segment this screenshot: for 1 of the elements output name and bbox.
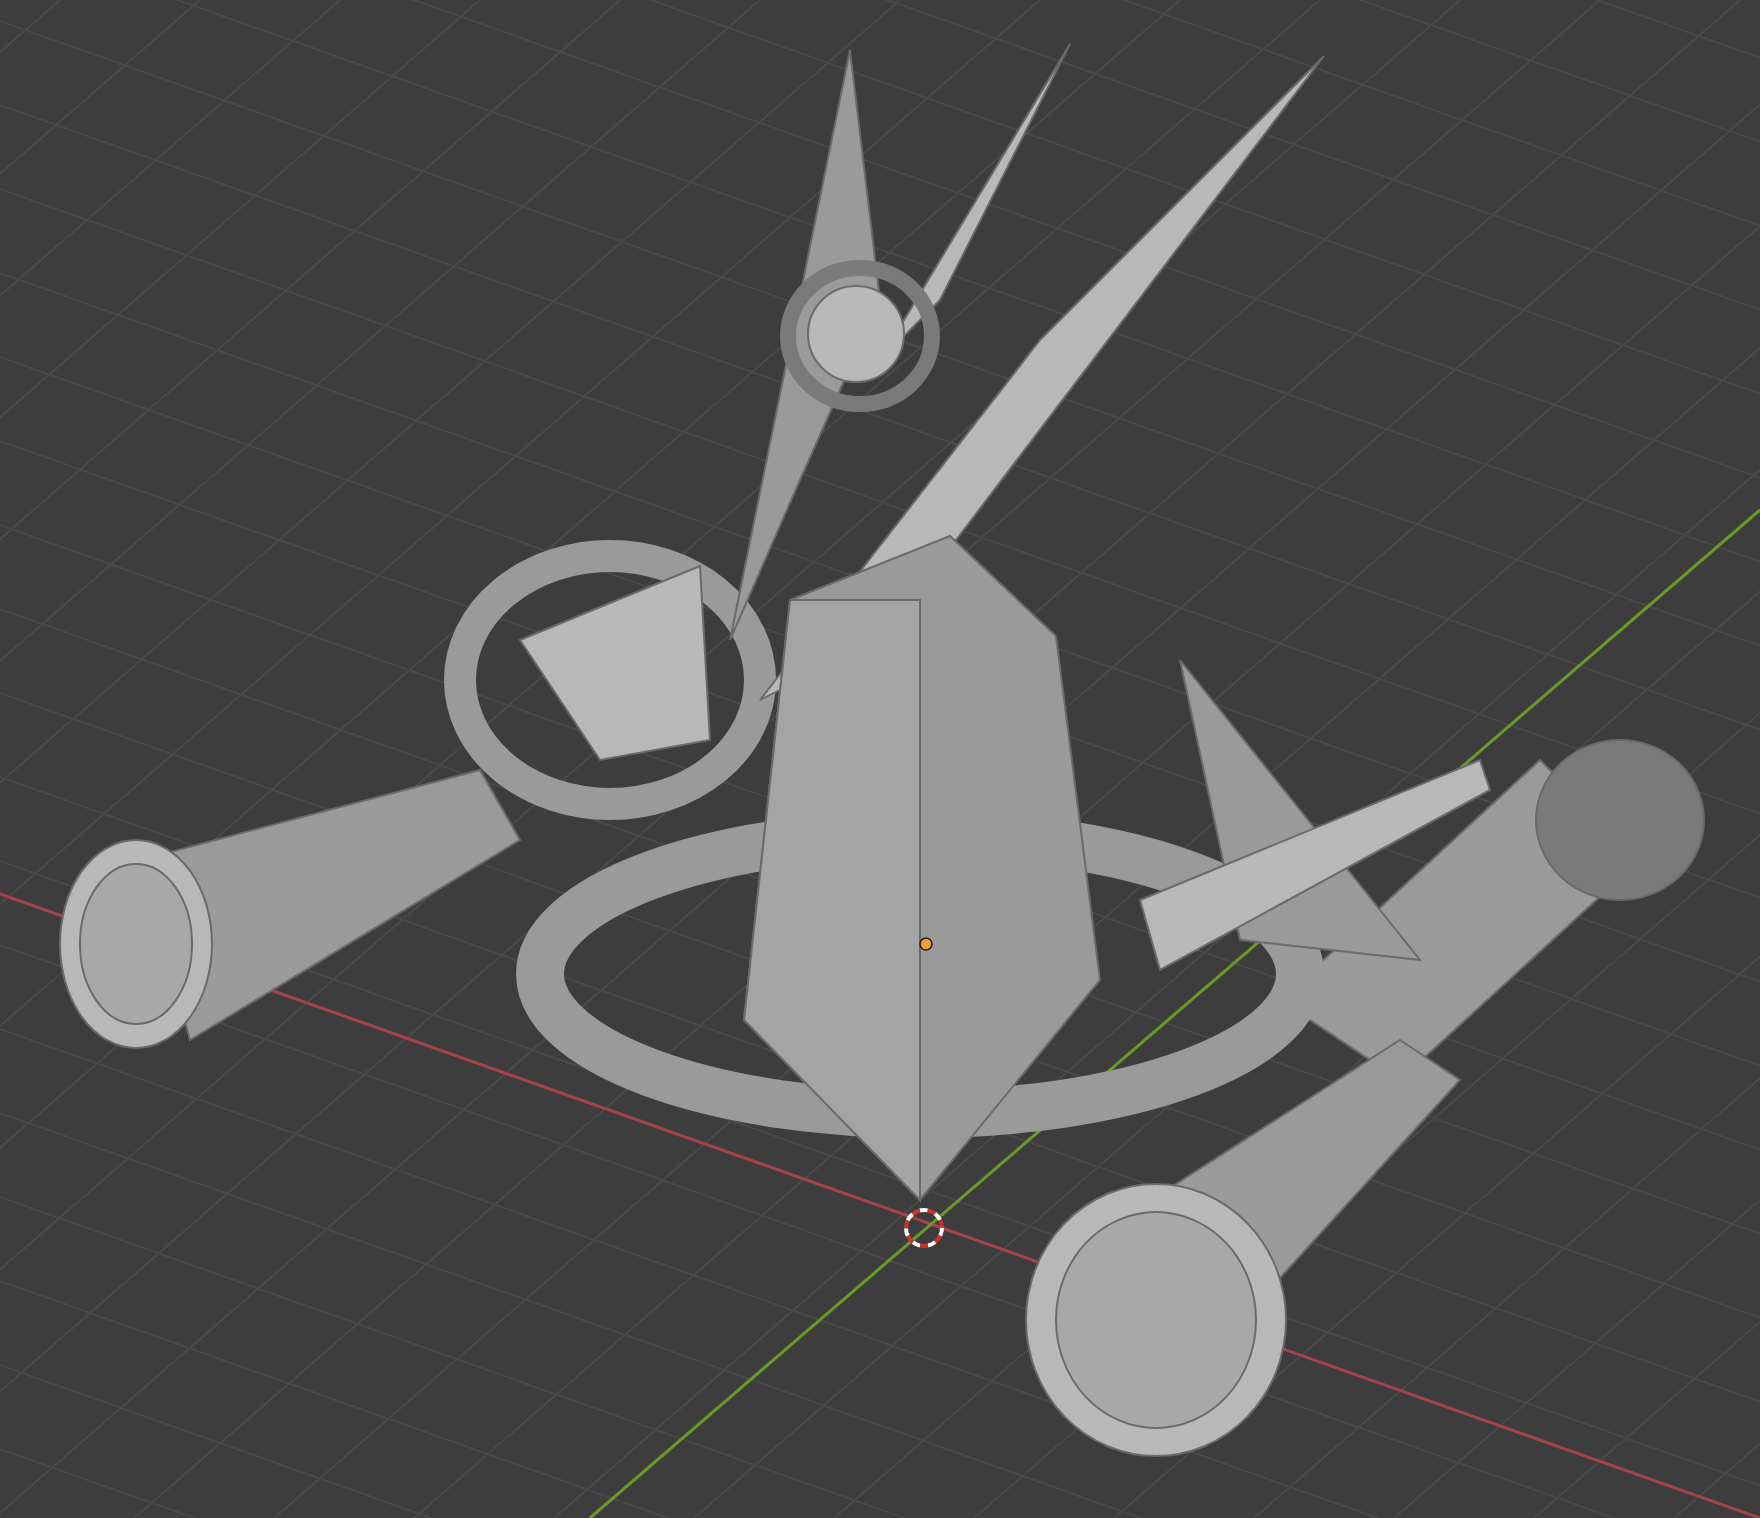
3d-cursor-icon[interactable] [904,1208,944,1248]
